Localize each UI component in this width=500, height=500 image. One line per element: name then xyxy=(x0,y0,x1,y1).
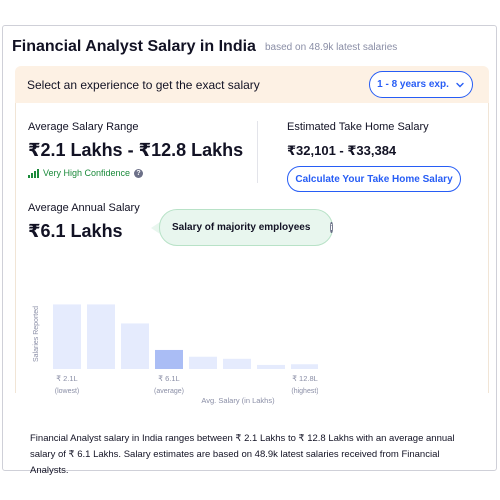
chart-tick-note: (lowest) xyxy=(55,388,80,395)
salary-card: Financial Analyst Salary in India based … xyxy=(2,25,497,476)
salary-description: Financial Analyst salary in India ranges… xyxy=(30,433,455,476)
calculate-take-home-button[interactable]: Calculate Your Take Home Salary xyxy=(287,166,461,192)
chart-bar xyxy=(223,358,251,369)
experience-selected: 1 - 8 years exp. xyxy=(377,79,449,90)
experience-prompt: Select an experience to get the exact sa… xyxy=(27,78,260,92)
salary-range-value: ₹2.1 Lakhs - ₹12.8 Lakhs xyxy=(28,140,244,160)
chart-tick-note: (average) xyxy=(154,388,184,395)
chart-bar xyxy=(257,364,285,369)
chevron-down-icon xyxy=(456,82,464,87)
confidence-text: Very High Confidence xyxy=(43,168,131,178)
majority-tooltip: Salary of majority employees i xyxy=(159,209,333,246)
chart-bar xyxy=(53,304,81,369)
chart-bar xyxy=(291,364,318,369)
chart-bar xyxy=(189,356,217,369)
chart-tick-label: ₹ 12.8L xyxy=(292,374,318,383)
page-title: Financial Analyst Salary in India xyxy=(12,38,256,55)
chart-bar xyxy=(87,304,115,369)
chart-bar xyxy=(121,323,149,369)
chart-bar xyxy=(155,349,183,369)
info-icon[interactable]: ? xyxy=(134,168,144,178)
take-home-value: ₹32,101 - ₹33,384 xyxy=(287,143,397,158)
chart-tick-label: ₹ 6.1L xyxy=(158,374,179,383)
info-icon[interactable]: i xyxy=(330,222,333,233)
salary-distribution-chart: Salaries Reported ₹ 2.1L (lowest) ₹ 6.1L (av… xyxy=(33,304,318,405)
annual-salary-label: Average Annual Salary xyxy=(28,202,140,214)
chart-tick-label: ₹ 2.1L xyxy=(56,374,77,383)
page-subtitle: based on 48.9k latest salaries xyxy=(265,42,398,53)
take-home-label: Estimated Take Home Salary xyxy=(287,121,429,133)
experience-bar: Select an experience to get the exact sa… xyxy=(15,66,489,103)
confidence-badge: Very High Confidence ? xyxy=(28,168,144,178)
salary-range-label: Average Salary Range xyxy=(28,121,139,133)
annual-salary-value: ₹6.1 Lakhs xyxy=(28,221,123,241)
section-divider xyxy=(257,121,258,183)
experience-dropdown[interactable]: 1 - 8 years exp. xyxy=(369,71,473,98)
tooltip-text: Salary of majority employees xyxy=(172,222,311,233)
chart-tick-note: (highest) xyxy=(291,388,318,395)
chart-xlabel: Avg. Salary (in Lakhs) xyxy=(201,396,275,405)
chart-ylabel: Salaries Reported xyxy=(33,306,40,362)
signal-icon xyxy=(28,168,39,178)
